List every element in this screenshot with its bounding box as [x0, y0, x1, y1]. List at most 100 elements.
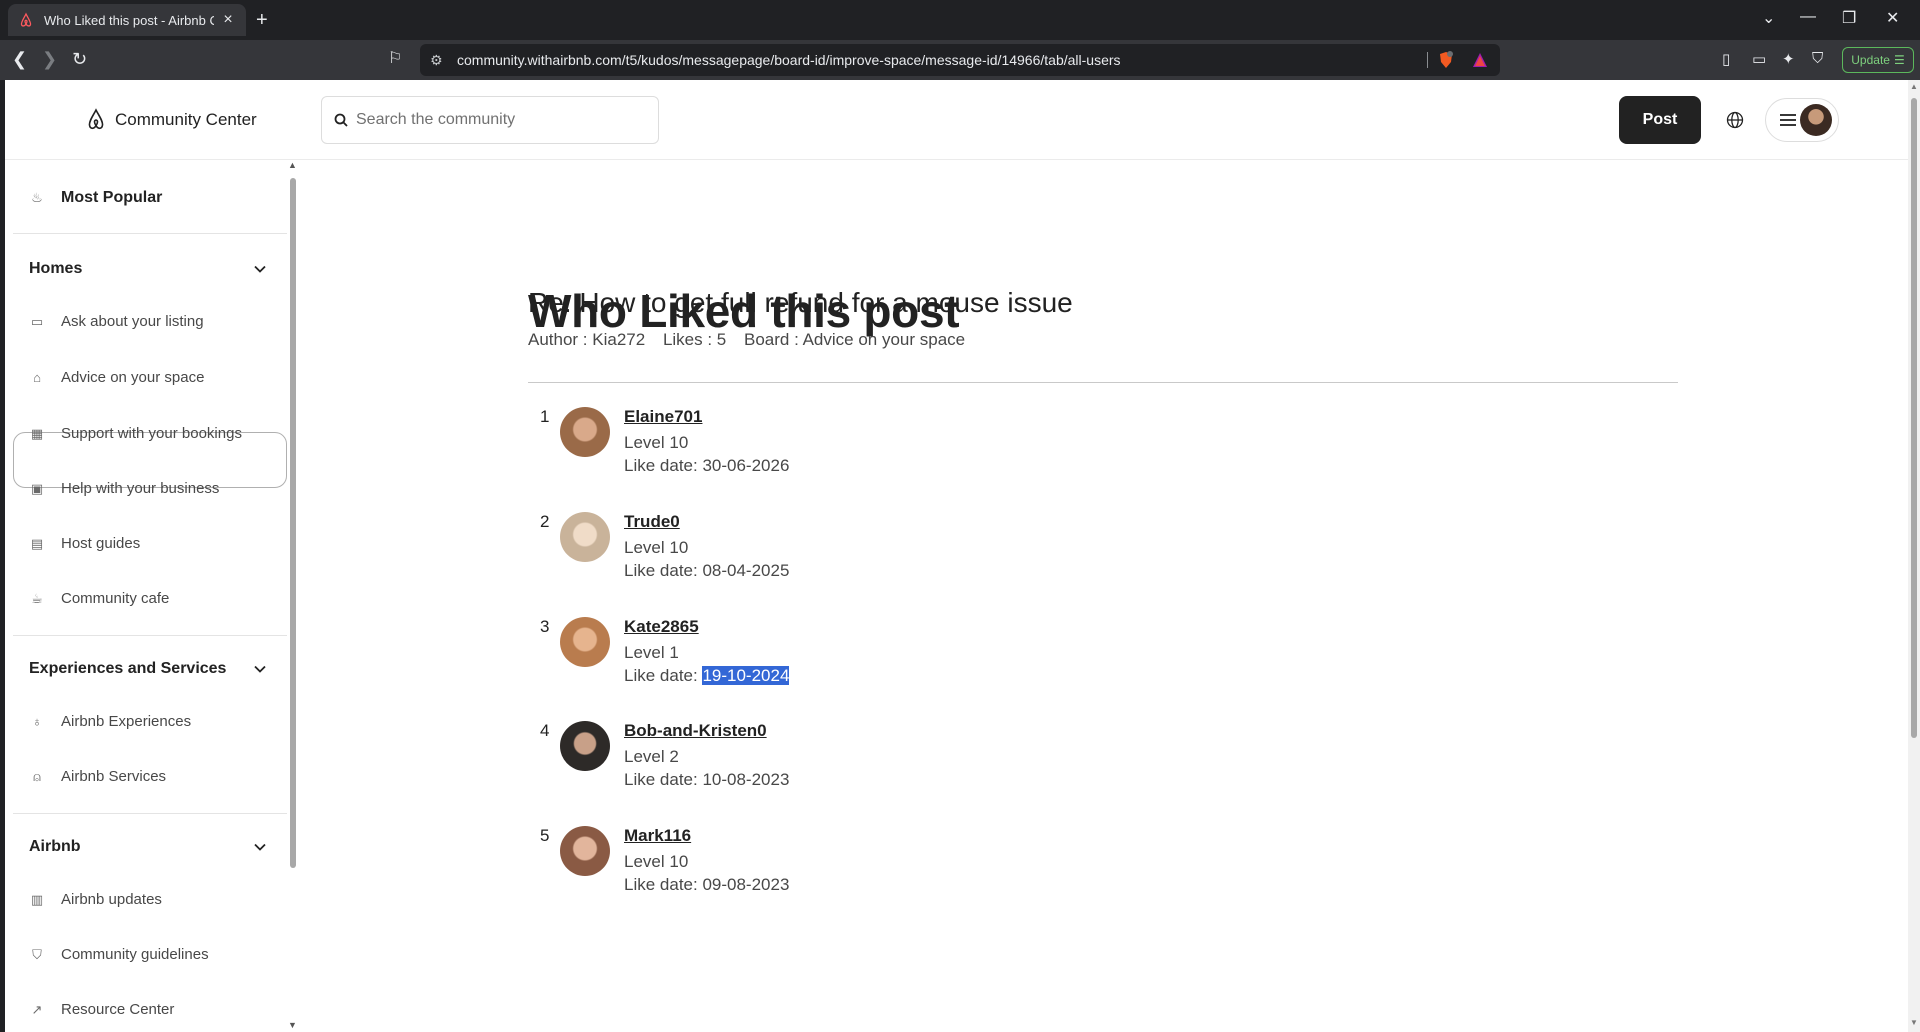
- sidebar-divider: [13, 233, 287, 234]
- sidebar-scroll-thumb[interactable]: [290, 178, 296, 868]
- date-prefix: Like date:: [624, 666, 703, 685]
- sidebar-item-advice-space[interactable]: ⌂ Advice on your space: [29, 369, 204, 386]
- tab-search-chevron-icon[interactable]: ⌄: [1762, 8, 1775, 28]
- sidebar-scrollbar[interactable]: ▲ ▼: [288, 160, 298, 1032]
- post-meta: Author : Kia272 Likes : 5 Board : Advice…: [528, 330, 978, 350]
- shield-heart-icon: ⛉: [32, 946, 42, 962]
- sidebar-item-label: Advice on your space: [61, 369, 205, 386]
- sidebar-item-airbnb-services[interactable]: ⍝ Airbnb Services: [29, 768, 166, 785]
- community-logo[interactable]: Community Center: [85, 108, 257, 132]
- liker-avatar[interactable]: [560, 407, 610, 457]
- section-title: Homes: [29, 260, 83, 277]
- section-title: Experiences and Services: [29, 660, 227, 677]
- back-icon[interactable]: ❮: [12, 49, 27, 69]
- liker-level: Level 10: [624, 433, 689, 452]
- update-label: Update: [1851, 53, 1890, 67]
- sidebar-section-airbnb[interactable]: Airbnb: [29, 838, 279, 856]
- newspaper-icon: ▥: [30, 891, 44, 907]
- sidebar-item-airbnb-updates[interactable]: ▥ Airbnb updates: [29, 891, 162, 908]
- post-likes: Likes : 5: [662, 330, 727, 349]
- scroll-up-icon[interactable]: ▲: [1910, 82, 1918, 91]
- sidebar-item-resource-center[interactable]: ↗ Resource Center: [29, 1001, 175, 1018]
- bookmark-icon[interactable]: ⚐: [388, 49, 402, 69]
- site-info-icon[interactable]: ⚙: [430, 52, 443, 69]
- sidebar-section-experiences[interactable]: Experiences and Services: [29, 660, 279, 678]
- reload-icon[interactable]: ↻: [72, 49, 87, 69]
- liker-avatar[interactable]: [560, 721, 610, 771]
- sidebar-item-help-business[interactable]: ▣ Help with your business: [29, 480, 220, 497]
- wallet-icon[interactable]: ▭: [1752, 50, 1766, 68]
- user-avatar: [1800, 104, 1832, 136]
- coffee-icon: ☕: [31, 590, 43, 606]
- liker-row: 4 Bob-and-Kristen0 Level 2 Like date: 10…: [528, 721, 928, 817]
- close-tab-icon[interactable]: ×: [220, 11, 236, 29]
- money-icon: ▣: [30, 480, 44, 496]
- sidebar-toggle-icon[interactable]: ▯: [1722, 50, 1730, 68]
- liker-row: 3 Kate2865 Level 1 Like date: 19-10-2024: [528, 617, 928, 713]
- liker-row: 1 Elaine701 Level 10 Like date: 30-06-20…: [528, 407, 928, 503]
- liker-username-link[interactable]: Elaine701: [624, 407, 702, 427]
- liker-username-link[interactable]: Bob-and-Kristen0: [624, 721, 767, 741]
- sidebar-item-ask-listing[interactable]: ▭ Ask about your listing: [29, 313, 204, 330]
- forward-icon[interactable]: ❯: [42, 49, 57, 69]
- user-menu-button[interactable]: [1765, 98, 1839, 142]
- sidebar-item-most-popular[interactable]: ♨ Most Popular: [29, 189, 162, 207]
- date-value: 30-06-2026: [702, 456, 790, 475]
- post-author: Author : Kia272: [528, 330, 646, 349]
- search-icon: [334, 113, 348, 127]
- scroll-up-icon[interactable]: ▲: [288, 160, 297, 170]
- browser-tab[interactable]: Who Liked this post - Airbnb Co ×: [8, 4, 246, 36]
- liker-username-link[interactable]: Kate2865: [624, 617, 699, 637]
- liker-rank: 5: [540, 826, 550, 845]
- minimize-icon[interactable]: —: [1800, 8, 1816, 26]
- post-board: Board : Advice on your space: [743, 330, 966, 349]
- liker-username-link[interactable]: Mark116: [624, 826, 691, 846]
- sidebar-item-community-cafe[interactable]: ☕ Community cafe: [29, 590, 169, 607]
- sidebar-item-support-bookings[interactable]: ▦ Support with your bookings: [29, 425, 242, 442]
- scroll-down-icon[interactable]: ▼: [288, 1020, 297, 1030]
- calendar-icon: ▦: [30, 425, 44, 441]
- update-button[interactable]: Update ☰: [1842, 47, 1914, 73]
- section-title: Airbnb: [29, 838, 81, 855]
- hamburger-icon: [1780, 114, 1796, 126]
- liker-row: 2 Trude0 Level 10 Like date: 08-04-2025: [528, 512, 928, 608]
- liker-avatar[interactable]: [560, 512, 610, 562]
- vpn-shield-icon[interactable]: ⛉: [1812, 50, 1823, 67]
- liker-avatar[interactable]: [560, 826, 610, 876]
- airbnb-logo-icon: [88, 108, 104, 130]
- sidebar-section-homes[interactable]: Homes: [29, 260, 279, 278]
- globe-icon[interactable]: [1725, 110, 1745, 130]
- sidebar-nav: ♨ Most Popular Homes ▭ Ask about your li…: [5, 160, 298, 1032]
- new-tab-icon[interactable]: +: [256, 8, 268, 32]
- sidebar-item-label: Airbnb updates: [61, 891, 162, 908]
- liker-date: Like date: 09-08-2023: [624, 875, 789, 895]
- logo-text: Community Center: [115, 110, 257, 129]
- leo-ai-icon[interactable]: ✦: [1782, 50, 1795, 68]
- date-value: 10-08-2023: [702, 770, 790, 789]
- liker-username-link[interactable]: Trude0: [624, 512, 680, 532]
- liker-date: Like date: 30-06-2026: [624, 456, 789, 476]
- sidebar-item-host-guides[interactable]: ▤ Host guides: [29, 535, 140, 552]
- external-link-icon: ↗: [31, 1001, 43, 1017]
- sidebar-item-label: Resource Center: [61, 1001, 175, 1018]
- date-prefix: Like date:: [624, 456, 703, 475]
- scroll-down-icon[interactable]: ▼: [1910, 1018, 1918, 1027]
- selected-date-value: 19-10-2024: [702, 666, 790, 685]
- menu-icon: ☰: [1893, 53, 1905, 67]
- close-window-icon[interactable]: ✕: [1886, 8, 1899, 28]
- liker-level: Level 10: [624, 852, 689, 871]
- liker-avatar[interactable]: [560, 617, 610, 667]
- balloon-icon: ♁: [32, 714, 42, 729]
- restore-icon[interactable]: ❐: [1842, 8, 1856, 28]
- sidebar-item-community-guidelines[interactable]: ⛉ Community guidelines: [29, 946, 208, 963]
- liker-level: Level 1: [624, 643, 679, 662]
- page-scroll-thumb[interactable]: [1911, 98, 1917, 738]
- post-title[interactable]: Re: How to get full refund for a mouse i…: [528, 287, 1073, 319]
- date-value: 09-08-2023: [702, 875, 790, 894]
- page-scrollbar[interactable]: ▲ ▼: [1908, 80, 1920, 1032]
- liker-rank: 4: [540, 721, 550, 740]
- flame-icon: ♨: [31, 190, 43, 205]
- sidebar-item-airbnb-experiences[interactable]: ♁ Airbnb Experiences: [29, 713, 191, 730]
- content-divider: [528, 382, 1678, 383]
- liker-rank: 3: [540, 617, 550, 636]
